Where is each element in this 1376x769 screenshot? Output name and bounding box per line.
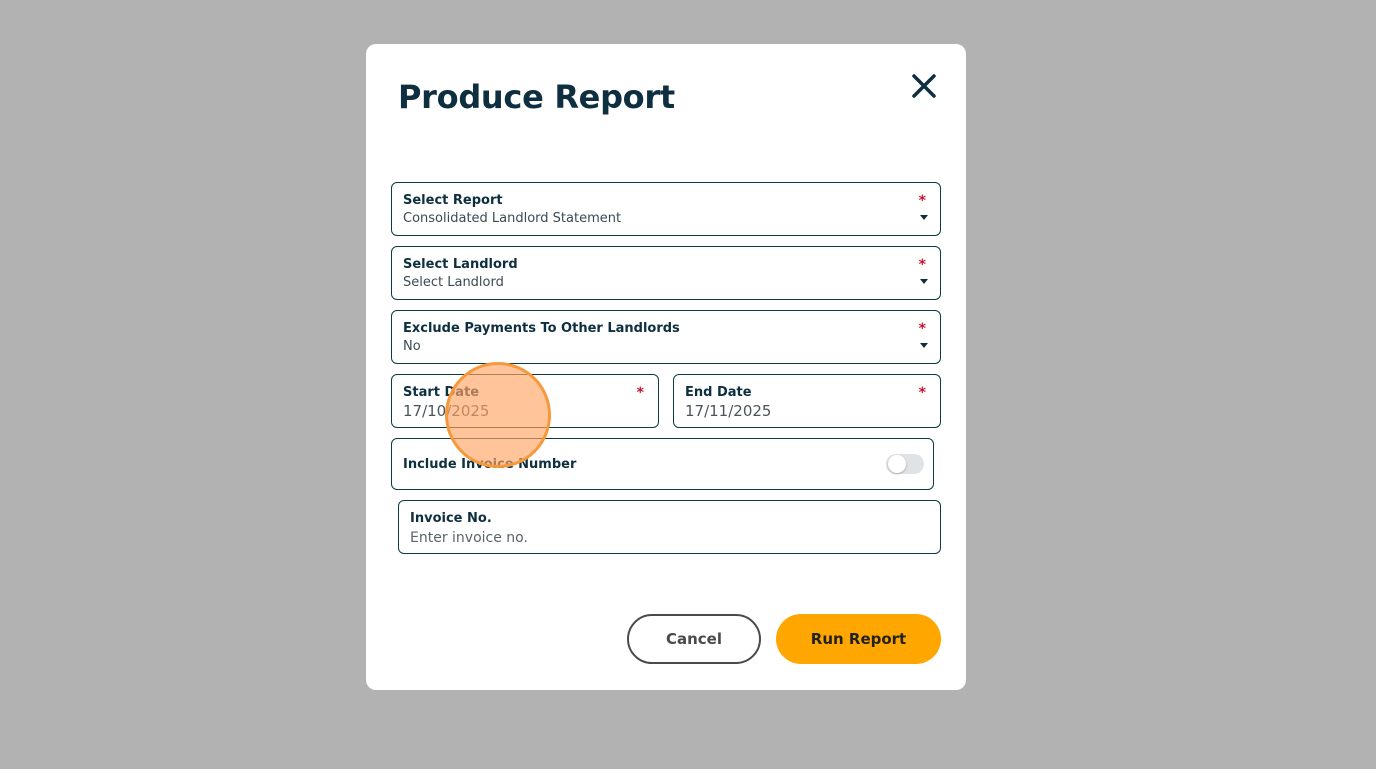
select-report-dropdown[interactable]: Select Report Consolidated Landlord Stat… <box>391 182 941 236</box>
exclude-payments-label: Exclude Payments To Other Landlords <box>403 321 680 336</box>
start-date-value: 17/10/2025 <box>403 402 490 420</box>
end-date-label: End Date <box>685 385 752 400</box>
required-marker: * <box>918 257 926 273</box>
modal-title: Produce Report <box>398 78 675 116</box>
caret-down-icon <box>920 279 928 284</box>
toggle-knob <box>888 455 906 473</box>
close-button[interactable] <box>910 72 938 100</box>
include-invoice-number-label: Include Invoice Number <box>403 457 577 472</box>
caret-down-icon <box>920 215 928 220</box>
invoice-no-input[interactable] <box>410 530 910 546</box>
select-landlord-value: Select Landlord <box>403 275 504 290</box>
exclude-payments-dropdown[interactable]: Exclude Payments To Other Landlords No * <box>391 310 941 364</box>
close-icon <box>912 74 936 98</box>
produce-report-modal: Produce Report Select Report Consolidate… <box>366 44 966 690</box>
select-report-label: Select Report <box>403 193 503 208</box>
end-date-field[interactable]: End Date 17/11/2025 * <box>673 374 941 428</box>
run-report-button[interactable]: Run Report <box>776 614 941 664</box>
exclude-payments-value: No <box>403 339 421 354</box>
start-date-label: Start Date <box>403 385 480 400</box>
start-date-field[interactable]: Start Date 17/10/2025 * <box>391 374 659 428</box>
select-report-value: Consolidated Landlord Statement <box>403 211 622 226</box>
include-invoice-number-toggle[interactable] <box>886 454 924 474</box>
caret-down-icon <box>920 343 928 348</box>
end-date-value: 17/11/2025 <box>685 402 772 420</box>
cancel-button[interactable]: Cancel <box>627 614 761 664</box>
select-landlord-label: Select Landlord <box>403 257 518 272</box>
required-marker: * <box>918 193 926 209</box>
required-marker: * <box>918 321 926 337</box>
invoice-no-label: Invoice No. <box>410 511 492 526</box>
invoice-no-field: Invoice No. <box>398 500 941 554</box>
required-marker: * <box>918 385 926 401</box>
required-marker: * <box>636 385 644 401</box>
select-landlord-dropdown[interactable]: Select Landlord Select Landlord * <box>391 246 941 300</box>
include-invoice-number-row: Include Invoice Number <box>391 438 934 490</box>
